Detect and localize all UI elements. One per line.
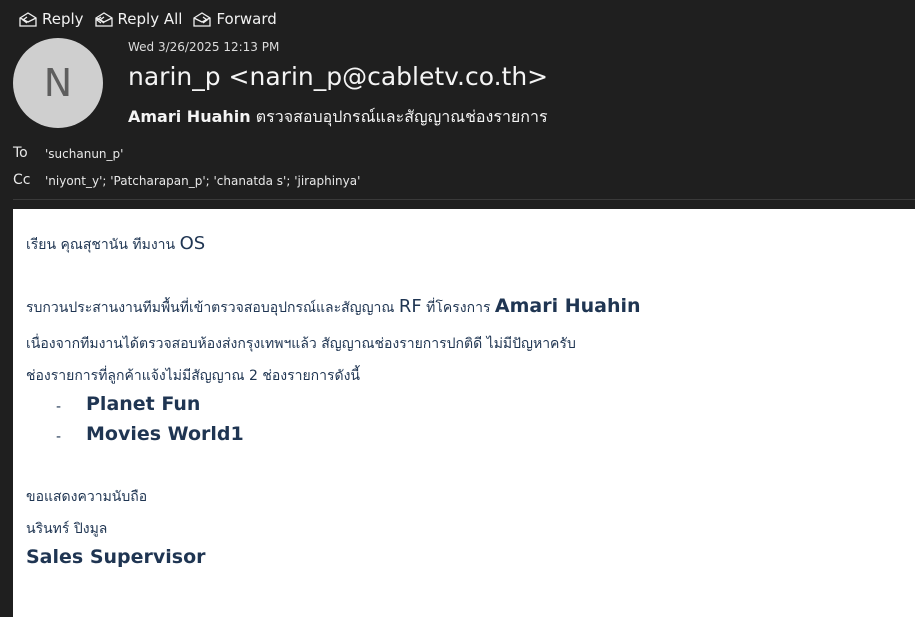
message-toolbar: Reply Reply All Forward [18,10,277,28]
message-subject: Amari Huahin ตรวจสอบอุปกรณ์และสัญญาณช่อง… [128,105,548,130]
reply-all-icon [94,10,114,28]
cc-row: Cc 'niyont_y'; 'Patcharapan_p'; 'chanatd… [13,172,360,188]
greeting: เรียน คุณสุชานัน ทีมงาน OS [26,233,205,256]
bullet-marker-2: - [56,429,62,445]
body-line-3: ช่องรายการที่ลูกค้าแจ้งไม่มีสัญญาณ 2 ช่อ… [26,368,361,384]
line1-rf: RF [398,296,422,317]
forward-button[interactable]: Forward [192,10,277,28]
forward-icon [192,10,212,28]
message-body: เรียน คุณสุชานัน ทีมงาน OS รบกวนประสานงา… [13,209,915,617]
bullet-marker-1: - [56,399,62,415]
header-divider [13,199,915,200]
to-label: To [13,145,28,161]
sender-address[interactable]: narin_p <narin_p@cabletv.co.th> [128,62,548,91]
line1-project: Amari Huahin [494,295,641,317]
reply-label: Reply [42,10,84,28]
body-line-2: เนื่องจากทีมงานได้ตรวจสอบห้องส่งกรุงเทพฯ… [26,336,576,352]
greeting-team: OS [179,233,206,254]
reply-button[interactable]: Reply [18,10,84,28]
subject-project: Amari Huahin [128,107,251,126]
signature-name: นรินทร์ ปิงมูล [26,521,108,537]
forward-label: Forward [216,10,277,28]
reply-icon [18,10,38,28]
closing-line: ขอแสดงความนับถือ [26,489,148,505]
subject-rest: ตรวจสอบอุปกรณ์และสัญญาณช่องรายการ [250,107,548,126]
body-line-1: รบกวนประสานงานทีมพื้นที่เข้าตรวจสอบอุปกร… [26,295,641,319]
signature-title: Sales Supervisor [26,546,206,568]
to-row: To 'suchanun_p' [13,145,123,161]
channel-item-2: Movies World1 [86,423,244,445]
cc-label: Cc [13,172,31,188]
greeting-text: เรียน คุณสุชานัน ทีมงาน [26,237,180,253]
message-datetime: Wed 3/26/2025 12:13 PM [128,40,280,54]
reply-all-button[interactable]: Reply All [94,10,183,28]
line1-text: รบกวนประสานงานทีมพื้นที่เข้าตรวจสอบอุปกร… [26,300,399,316]
cc-recipients[interactable]: 'niyont_y'; 'Patcharapan_p'; 'chanatda s… [45,174,360,188]
reply-all-label: Reply All [117,10,183,28]
line1-mid: ที่โครงการ [421,300,495,316]
avatar-initial: N [43,61,73,105]
sender-avatar[interactable]: N [13,38,103,128]
channel-item-1: Planet Fun [86,393,201,415]
to-recipients[interactable]: 'suchanun_p' [45,147,123,161]
